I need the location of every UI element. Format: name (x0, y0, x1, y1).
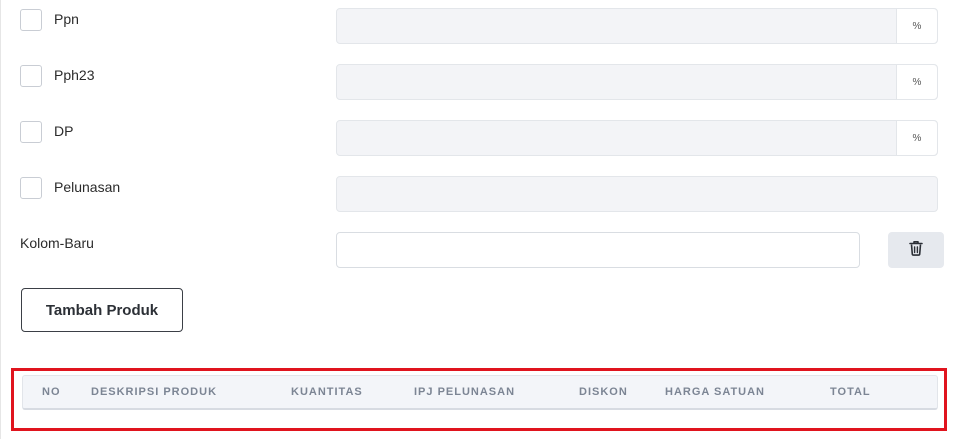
pph23-input[interactable]: % (336, 64, 938, 100)
dp-label: DP (54, 123, 74, 139)
left-border (0, 0, 1, 439)
ppn-input[interactable]: % (336, 8, 938, 44)
ppn-percent-suffix: % (896, 9, 937, 43)
dp-checkbox[interactable] (20, 121, 42, 143)
highlight-box (11, 368, 947, 431)
new-column-label: Kolom-Baru (20, 235, 94, 251)
ppn-label: Ppn (54, 11, 79, 27)
dp-input[interactable]: % (336, 120, 938, 156)
pph23-checkbox[interactable] (20, 65, 42, 87)
pelunasan-label: Pelunasan (54, 179, 121, 195)
delete-column-button[interactable] (888, 232, 944, 268)
dp-percent-suffix: % (896, 121, 937, 155)
trash-icon (909, 240, 923, 261)
new-column-input[interactable] (336, 232, 860, 268)
product-form-page: Ppn % Pph23 % DP % Pelunasan Kolom-Baru (0, 0, 959, 439)
add-product-button[interactable]: Tambah Produk (21, 288, 183, 332)
pph23-label: Pph23 (54, 67, 95, 83)
pelunasan-checkbox[interactable] (20, 177, 42, 199)
pelunasan-input[interactable] (336, 176, 938, 212)
pph23-percent-suffix: % (896, 65, 937, 99)
ppn-checkbox[interactable] (20, 9, 42, 31)
